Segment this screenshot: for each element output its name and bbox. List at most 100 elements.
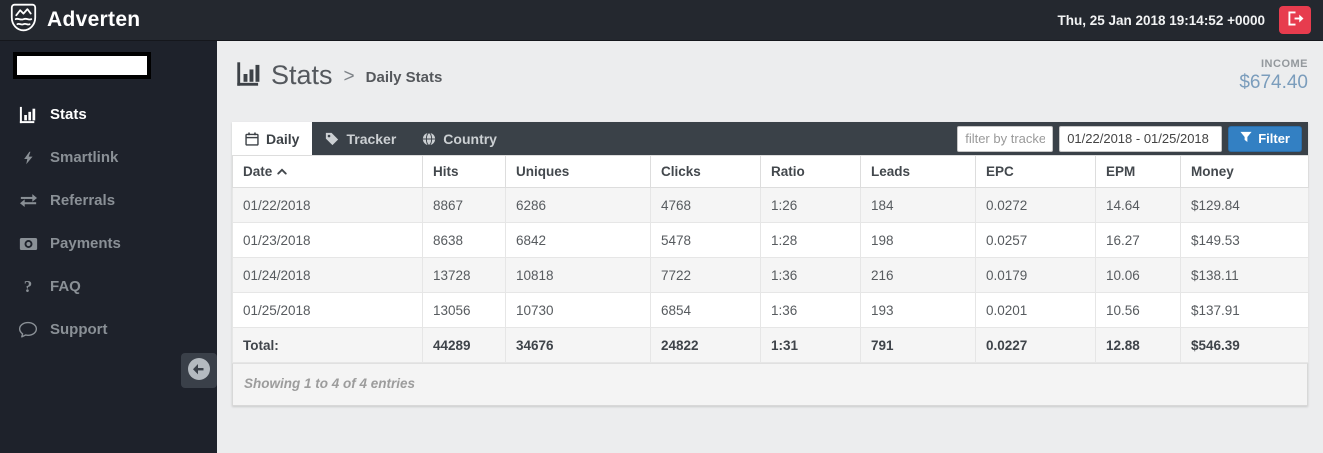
- column-header-ratio[interactable]: Ratio: [761, 156, 861, 188]
- brand: Adverten: [10, 3, 140, 37]
- table-row: 01/23/20188638684254781:281980.025716.27…: [233, 223, 1309, 258]
- sidebar-item-smartlink[interactable]: Smartlink: [0, 136, 217, 179]
- server-datetime: Thu, 25 Jan 2018 19:14:52 +0000: [1057, 13, 1265, 28]
- calendar-icon: [245, 132, 259, 146]
- column-header-uniques[interactable]: Uniques: [506, 156, 651, 188]
- bar-chart-icon: [15, 106, 41, 124]
- globe-icon: [422, 132, 436, 146]
- sidebar-item-label: Stats: [50, 106, 87, 123]
- cell-uniques: 34676: [506, 328, 651, 363]
- page-title: Stats: [271, 60, 333, 91]
- cell-money: $138.11: [1181, 258, 1309, 293]
- table-row: 01/25/2018130561073068541:361930.020110.…: [233, 293, 1309, 328]
- brand-title: Adverten: [47, 8, 140, 32]
- cell-leads: 184: [861, 188, 976, 223]
- column-header-epm[interactable]: EPM: [1096, 156, 1181, 188]
- sidebar-item-stats[interactable]: Stats: [0, 93, 217, 136]
- cell-clicks: 4768: [651, 188, 761, 223]
- tab-label: Country: [443, 131, 497, 147]
- cell-uniques: 6842: [506, 223, 651, 258]
- tab-label: Daily: [266, 131, 299, 147]
- cell-epm: 14.64: [1096, 188, 1181, 223]
- cell-ratio: 1:26: [761, 188, 861, 223]
- table-entries-summary: Showing 1 to 4 of 4 entries: [232, 363, 1308, 406]
- bolt-icon: [15, 149, 41, 167]
- tab-label: Tracker: [346, 131, 396, 147]
- filter-controls: Filter: [957, 126, 1308, 152]
- date-range-input[interactable]: [1059, 126, 1222, 152]
- funnel-icon: [1240, 131, 1252, 146]
- daily-stats-table: DateHitsUniquesClicksRatioLeadsEPCEPMMon…: [232, 155, 1309, 363]
- column-header-date[interactable]: Date: [233, 156, 423, 188]
- cell-epm: 10.56: [1096, 293, 1181, 328]
- cell-clicks: 6854: [651, 293, 761, 328]
- cell-clicks: 7722: [651, 258, 761, 293]
- tab-daily[interactable]: Daily: [232, 122, 312, 155]
- income-label: INCOME: [1239, 58, 1308, 70]
- tracker-filter-input[interactable]: [957, 126, 1053, 152]
- arrow-left-circle-icon: [187, 357, 211, 384]
- cell-date: Total:: [233, 328, 423, 363]
- logout-button[interactable]: [1279, 6, 1311, 34]
- column-header-hits[interactable]: Hits: [423, 156, 506, 188]
- sidebar: Stats Smartlink Referrals Payments? FAQ Suppo…: [0, 41, 217, 453]
- column-header-leads[interactable]: Leads: [861, 156, 976, 188]
- cell-epc: 0.0257: [976, 223, 1096, 258]
- sidebar-collapse-button[interactable]: [181, 353, 217, 388]
- tag-icon: [325, 132, 339, 146]
- sidebar-item-label: Smartlink: [50, 149, 118, 166]
- main-content: Stats > Daily Stats INCOME $674.40 Daily…: [217, 41, 1323, 453]
- cell-ratio: 1:28: [761, 223, 861, 258]
- question-icon: ?: [15, 277, 41, 297]
- sidebar-item-faq[interactable]: ? FAQ: [0, 265, 217, 308]
- filter-button-label: Filter: [1258, 131, 1290, 146]
- cell-epc: 0.0272: [976, 188, 1096, 223]
- sidebar-item-referrals[interactable]: Referrals: [0, 179, 217, 222]
- sidebar-item-label: Referrals: [50, 192, 115, 209]
- cell-money: $149.53: [1181, 223, 1309, 258]
- cell-date: 01/25/2018: [233, 293, 423, 328]
- cell-clicks: 24822: [651, 328, 761, 363]
- cell-money: $129.84: [1181, 188, 1309, 223]
- sign-out-icon: [1287, 11, 1304, 29]
- cell-leads: 193: [861, 293, 976, 328]
- comment-icon: [15, 321, 41, 338]
- cell-money: $137.91: [1181, 293, 1309, 328]
- cell-hits: 13728: [423, 258, 506, 293]
- column-header-clicks[interactable]: Clicks: [651, 156, 761, 188]
- column-header-money[interactable]: Money: [1181, 156, 1309, 188]
- sidebar-item-label: Payments: [50, 235, 121, 252]
- table-row: 01/24/2018137281081877221:362160.017910.…: [233, 258, 1309, 293]
- cell-epc: 0.0201: [976, 293, 1096, 328]
- tab-tracker[interactable]: Tracker: [312, 122, 409, 155]
- cell-epm: 12.88: [1096, 328, 1181, 363]
- breadcrumb-current: Daily Stats: [366, 69, 443, 86]
- column-header-epc[interactable]: EPC: [976, 156, 1096, 188]
- exchange-icon: [15, 192, 41, 209]
- table-total-row: Total:4428934676248221:317910.022712.88$…: [233, 328, 1309, 363]
- cell-date: 01/22/2018: [233, 188, 423, 223]
- cell-uniques: 6286: [506, 188, 651, 223]
- cell-hits: 44289: [423, 328, 506, 363]
- stats-panel: Daily Tracker Country Filter DateHitsUniqu…: [232, 122, 1308, 406]
- redacted-username: [13, 52, 151, 79]
- cell-hits: 13056: [423, 293, 506, 328]
- tab-country[interactable]: Country: [409, 122, 510, 155]
- sidebar-item-label: Support: [50, 321, 108, 338]
- sidebar-item-payments[interactable]: Payments: [0, 222, 217, 265]
- filter-button[interactable]: Filter: [1228, 126, 1302, 152]
- page-header: Stats > Daily Stats INCOME $674.40: [236, 58, 1308, 94]
- topbar: Adverten Thu, 25 Jan 2018 19:14:52 +0000: [0, 0, 1323, 41]
- adverten-logo-icon: [10, 3, 37, 37]
- tabbar: Daily Tracker Country Filter: [232, 122, 1308, 155]
- money-icon: [15, 237, 41, 251]
- cell-leads: 791: [861, 328, 976, 363]
- table-row: 01/22/20188867628647681:261840.027214.64…: [233, 188, 1309, 223]
- cell-date: 01/24/2018: [233, 258, 423, 293]
- sidebar-item-support[interactable]: Support: [0, 308, 217, 351]
- cell-uniques: 10730: [506, 293, 651, 328]
- cell-leads: 216: [861, 258, 976, 293]
- cell-uniques: 10818: [506, 258, 651, 293]
- sidebar-item-label: FAQ: [50, 278, 81, 295]
- cell-epm: 16.27: [1096, 223, 1181, 258]
